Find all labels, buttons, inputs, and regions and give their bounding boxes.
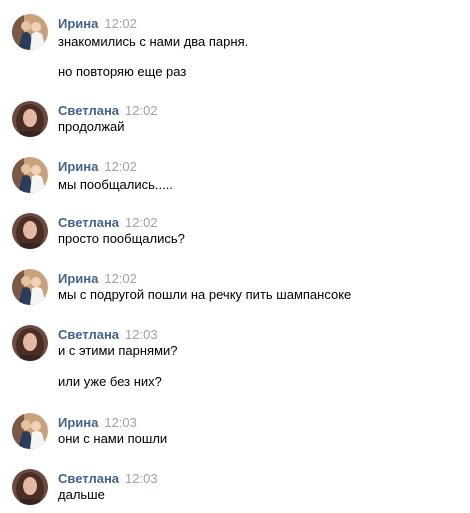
message-header: Ирина 12:02	[58, 271, 137, 286]
avatar-svetlana[interactable]	[12, 101, 48, 137]
message-time[interactable]: 12:03	[104, 415, 137, 430]
message-header: Светлана 12:03	[58, 327, 158, 342]
author-name[interactable]: Ирина	[58, 159, 98, 174]
message-text: и с этими парнями?	[58, 343, 178, 358]
message-text: мы с подругой пошли на речку пить шампан…	[58, 287, 352, 302]
avatar-irina[interactable]	[12, 157, 48, 193]
author-name[interactable]: Ирина	[58, 16, 98, 31]
author-name[interactable]: Светлана	[58, 327, 119, 342]
message-text: знакомились с нами два парня.	[58, 34, 249, 49]
avatar-irina[interactable]	[12, 413, 48, 449]
author-name[interactable]: Светлана	[58, 215, 119, 230]
message-time[interactable]: 12:03	[125, 471, 158, 486]
message-time[interactable]: 12:02	[104, 16, 137, 31]
message-text: дальше	[58, 487, 105, 502]
author-name[interactable]: Светлана	[58, 471, 119, 486]
message-text: просто пообщались?	[58, 231, 185, 246]
message-header: Ирина 12:03	[58, 415, 137, 430]
avatar-irina[interactable]	[12, 14, 48, 50]
author-name[interactable]: Ирина	[58, 271, 98, 286]
message-header: Светлана 12:03	[58, 471, 158, 486]
message-text: мы пообщались.....	[58, 177, 173, 192]
author-name[interactable]: Светлана	[58, 103, 119, 118]
message-header: Ирина 12:02	[58, 159, 137, 174]
avatar-svetlana[interactable]	[12, 213, 48, 249]
message-header: Светлана 12:02	[58, 103, 158, 118]
message-text: или уже без них?	[58, 374, 162, 389]
avatar-svetlana[interactable]	[12, 325, 48, 361]
avatar-svetlana[interactable]	[12, 469, 48, 505]
author-name[interactable]: Ирина	[58, 415, 98, 430]
message-time[interactable]: 12:02	[125, 103, 158, 118]
message-time[interactable]: 12:02	[104, 159, 137, 174]
message-text: они с нами пошли	[58, 431, 168, 446]
message-header: Ирина 12:02	[58, 16, 137, 31]
message-text: но повторяю еще раз	[58, 64, 187, 79]
message-time[interactable]: 12:02	[125, 215, 158, 230]
message-time[interactable]: 12:02	[104, 271, 137, 286]
avatar-irina[interactable]	[12, 269, 48, 305]
message-header: Светлана 12:02	[58, 215, 158, 230]
message-time[interactable]: 12:03	[125, 327, 158, 342]
message-text: продолжай	[58, 119, 125, 134]
